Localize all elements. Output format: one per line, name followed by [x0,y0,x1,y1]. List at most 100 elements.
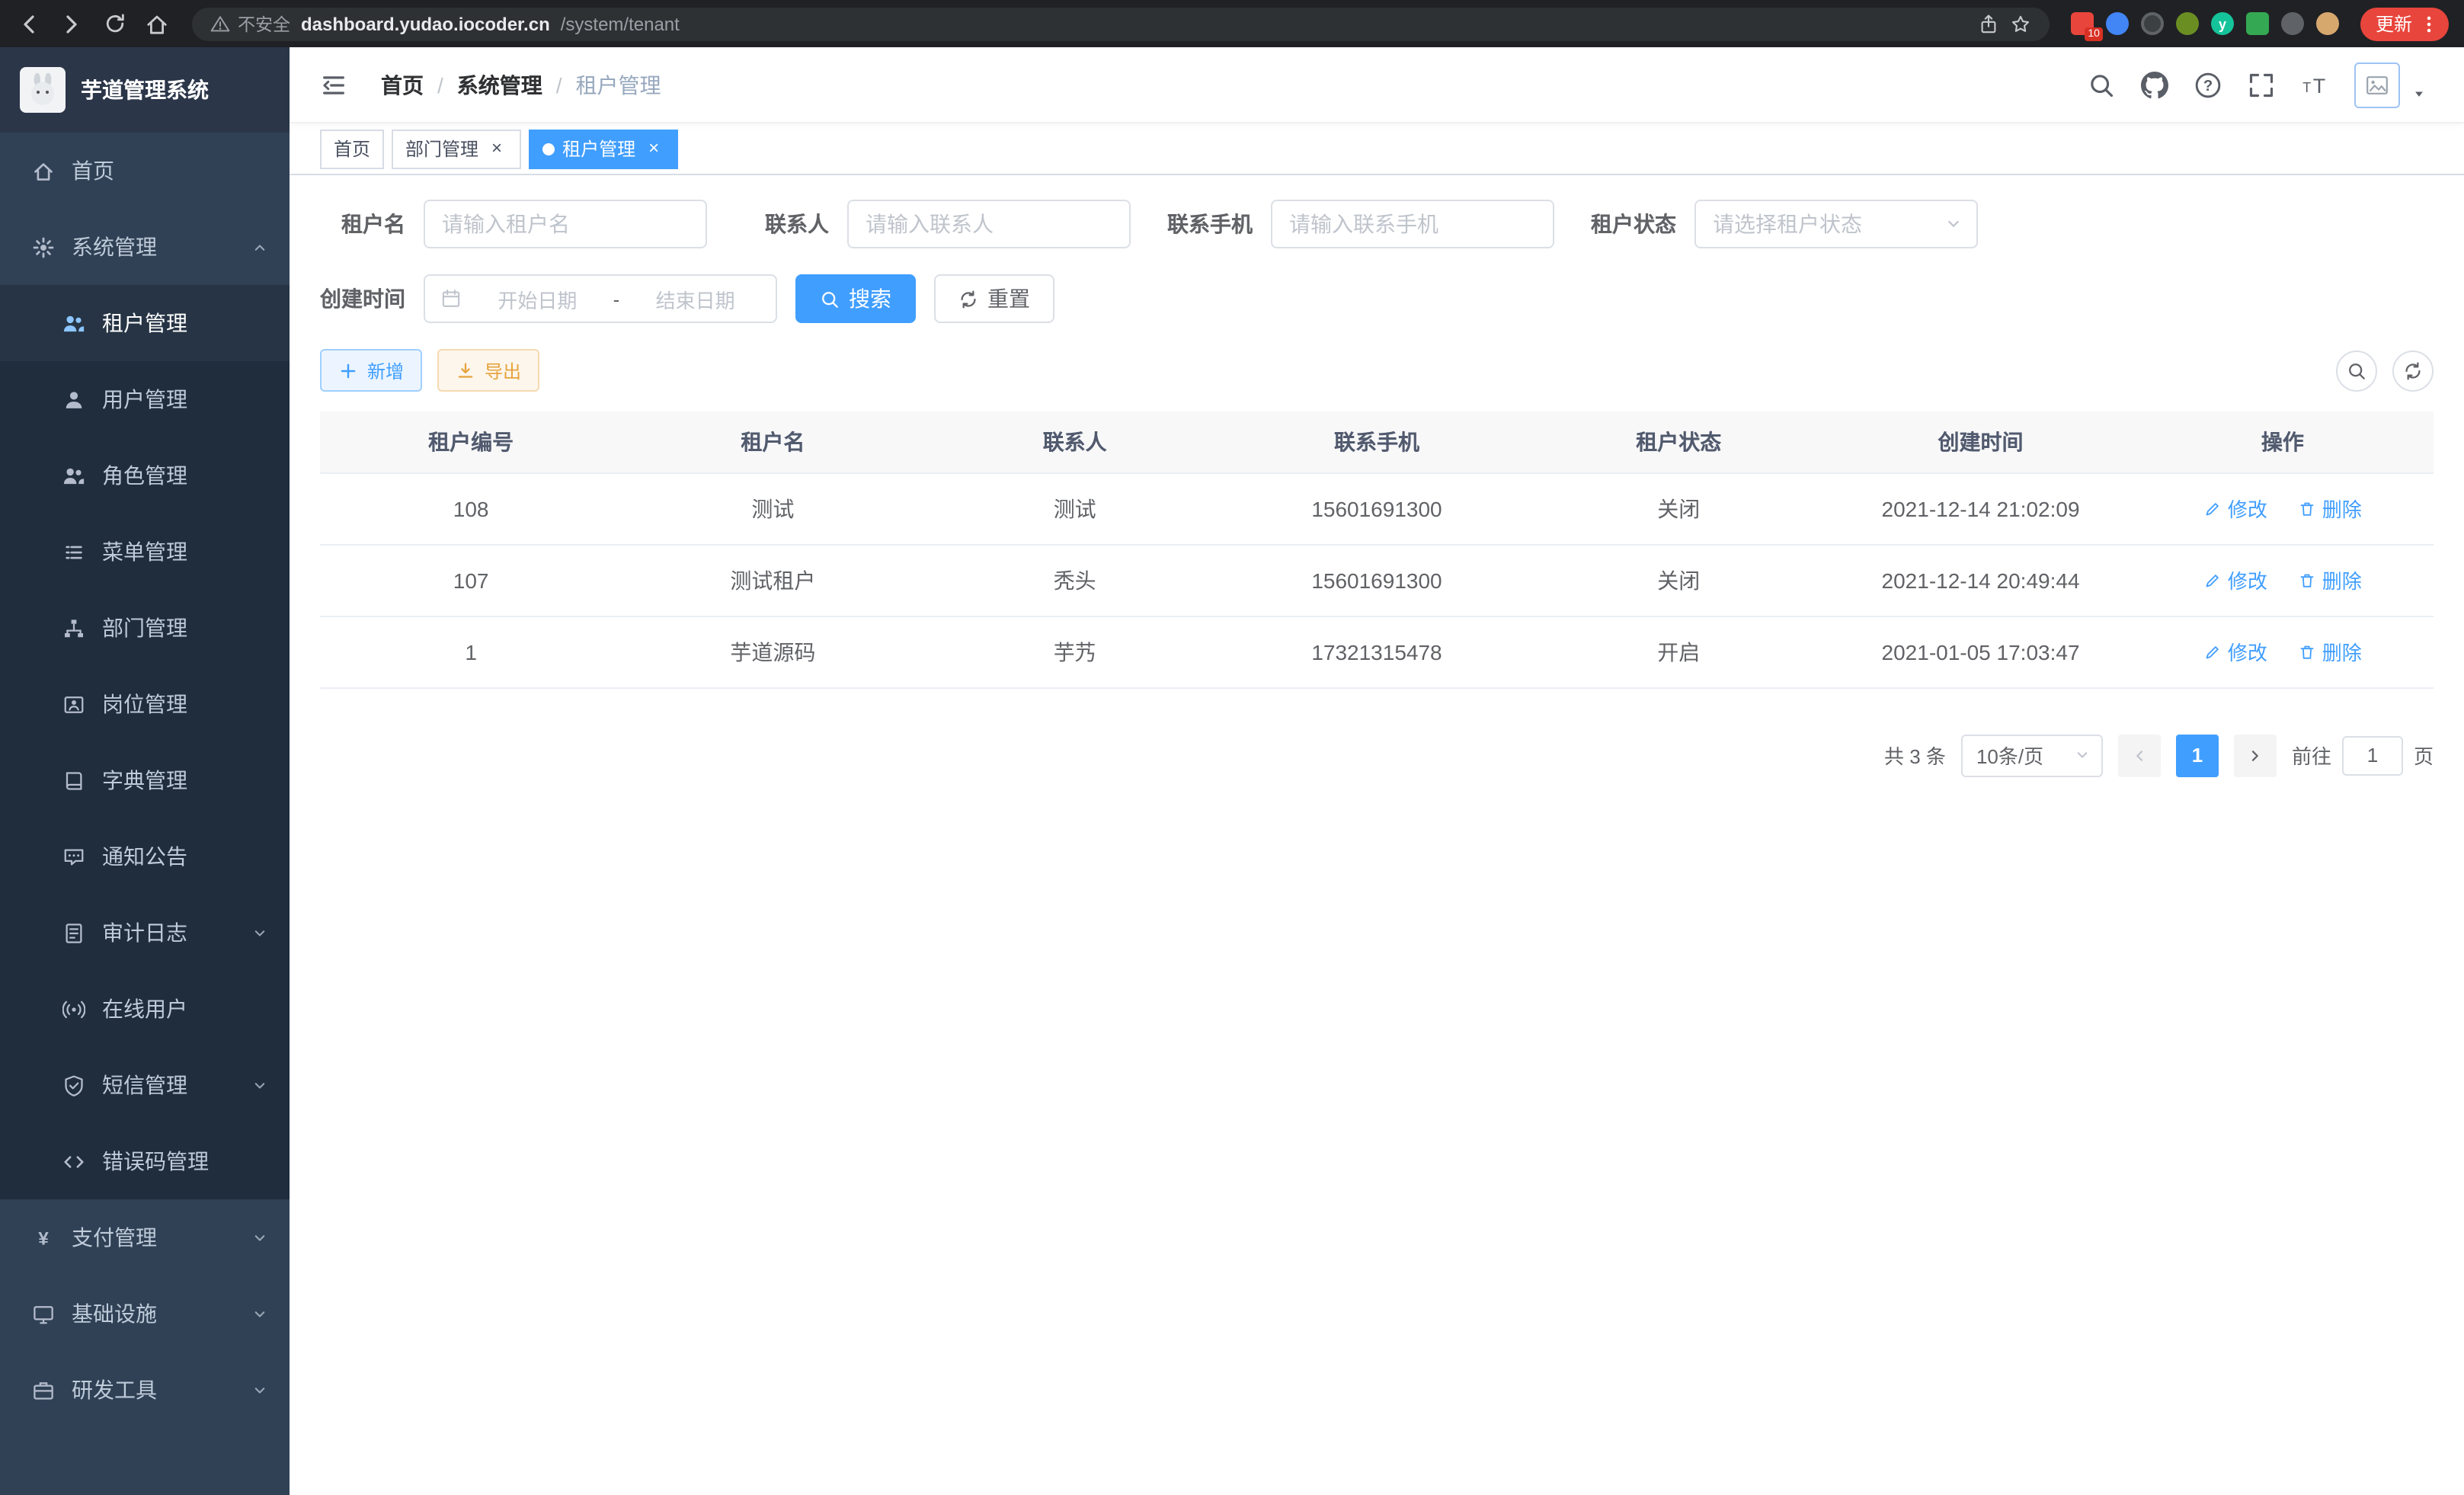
extension-icon-1[interactable]: 10 [2071,12,2094,35]
date-range-picker[interactable]: 开始日期 - 结束日期 [424,274,777,323]
prev-page-button[interactable] [2118,734,2161,776]
address-bar[interactable]: 不安全 dashboard.yudao.iocoder.cn/system/te… [192,7,2050,40]
breadcrumb-home[interactable]: 首页 [381,69,424,100]
sidebar-item-label: 基础设施 [72,1298,157,1329]
sidebar-item-online-user[interactable]: 在线用户 [0,971,290,1047]
github-icon[interactable] [2141,71,2168,98]
tab-home[interactable]: 首页 [320,129,384,168]
cell-id: 108 [320,472,622,544]
cell-name: 测试租户 [622,544,923,616]
sidebar-item-label: 租户管理 [102,308,187,338]
search-button-label: 搜索 [849,283,891,314]
search-icon[interactable] [2088,71,2115,98]
people-icon [62,312,85,335]
goto-page-input[interactable] [2342,735,2403,775]
export-button[interactable]: 导出 [437,349,539,392]
sidebar-item-post[interactable]: 岗位管理 [0,666,290,742]
delete-button[interactable]: 删除 [2298,637,2362,666]
filter-row-1: 租户名 联系人 联系手机 租户状态 请选择租户状态 [320,200,2434,248]
home-icon[interactable] [143,10,171,37]
browser-menu-icon[interactable] [2418,13,2440,34]
avatar-caret-icon[interactable] [2411,85,2427,101]
toggle-search-button[interactable] [2336,350,2377,391]
sidebar-item-label: 首页 [72,155,114,186]
pagination: 共 3 条 10条/页 1 前往 页 [320,734,2434,776]
reload-icon[interactable] [101,10,128,37]
browser-chrome: 不安全 dashboard.yudao.iocoder.cn/system/te… [0,0,2464,47]
edit-icon [2203,499,2222,517]
sidebar-item-dict[interactable]: 字典管理 [0,742,290,818]
phone-input[interactable] [1271,200,1554,248]
extension-icon-4[interactable] [2176,12,2199,35]
extension-badge: 10 [2085,27,2103,41]
sidebar-item-home[interactable]: 首页 [0,133,290,209]
tenant-name-input[interactable] [424,200,707,248]
reset-button[interactable]: 重置 [934,274,1054,323]
message-icon [62,845,85,868]
contact-input[interactable] [847,200,1131,248]
page-number-button[interactable]: 1 [2176,734,2219,776]
sidebar-item-infra[interactable]: 基础设施 [0,1276,290,1352]
delete-icon [2298,571,2316,589]
sidebar-item-error-code[interactable]: 错误码管理 [0,1123,290,1199]
sidebar-item-label: 部门管理 [102,613,187,643]
calendar-icon [440,288,462,309]
extension-icon-2[interactable] [2106,12,2129,35]
security-status[interactable]: 不安全 [210,11,290,36]
cell-created: 2021-12-14 21:02:09 [1829,472,2131,544]
tab-label: 首页 [334,136,370,162]
edit-button[interactable]: 修改 [2203,494,2267,523]
page-size-select[interactable]: 10条/页 [1961,734,2103,776]
sidebar-item-label: 系统管理 [72,232,157,262]
edit-icon [2203,571,2222,589]
extension-icon-7[interactable] [2281,12,2304,35]
sidebar-item-role[interactable]: 角色管理 [0,437,290,514]
tab-dept[interactable]: 部门管理 × [392,129,521,168]
tab-tenant[interactable]: 租户管理 × [529,129,678,168]
sidebar-item-menu[interactable]: 菜单管理 [0,514,290,590]
sidebar-item-dept[interactable]: 部门管理 [0,590,290,666]
sidebar-item-system[interactable]: 系统管理 [0,209,290,285]
extension-icon-6[interactable] [2246,12,2269,35]
extension-icon-5[interactable]: y [2211,12,2234,35]
refresh-table-button[interactable] [2392,350,2434,391]
cell-phone: 17321315478 [1226,616,1528,687]
breadcrumb-system[interactable]: 系统管理 [457,69,542,100]
browser-update-button[interactable]: 更新 [2360,7,2449,40]
tab-close-icon[interactable]: × [486,138,507,159]
book-icon [62,769,85,792]
help-icon[interactable] [2194,71,2222,98]
menu-fold-icon[interactable] [320,71,347,98]
edit-button[interactable]: 修改 [2203,565,2267,594]
extension-icon-3[interactable] [2141,12,2164,35]
sidebar-item-notice[interactable]: 通知公告 [0,818,290,895]
logo-area[interactable]: 芋道管理系统 [0,47,290,133]
avatar[interactable] [2354,62,2400,107]
fullscreen-icon[interactable] [2248,71,2275,98]
search-button[interactable]: 搜索 [795,274,916,323]
sidebar-item-payment[interactable]: 支付管理 [0,1199,290,1276]
sidebar-item-audit-log[interactable]: 审计日志 [0,895,290,971]
sidebar-item-dev-tools[interactable]: 研发工具 [0,1352,290,1428]
date-end-placeholder: 结束日期 [630,284,760,313]
font-size-icon[interactable] [2301,71,2328,98]
sidebar-item-tenant[interactable]: 租户管理 [0,285,290,361]
next-page-button[interactable] [2234,734,2277,776]
edit-button[interactable]: 修改 [2203,637,2267,666]
cell-actions: 修改 删除 [2132,472,2434,544]
back-icon[interactable] [15,10,43,37]
bookmark-star-icon[interactable] [2010,13,2031,34]
refresh-icon [2403,360,2423,380]
sidebar-item-sms[interactable]: 短信管理 [0,1047,290,1123]
gear-icon [32,235,55,258]
tab-close-icon[interactable]: × [643,138,664,159]
delete-button[interactable]: 删除 [2298,494,2362,523]
profile-avatar[interactable] [2316,12,2339,35]
status-select[interactable]: 请选择租户状态 [1694,200,1978,248]
add-button[interactable]: 新增 [320,349,422,392]
forward-icon[interactable] [58,10,85,37]
delete-button[interactable]: 删除 [2298,565,2362,594]
share-icon[interactable] [1978,13,1999,34]
cell-phone: 15601691300 [1226,544,1528,616]
sidebar-item-user[interactable]: 用户管理 [0,361,290,437]
